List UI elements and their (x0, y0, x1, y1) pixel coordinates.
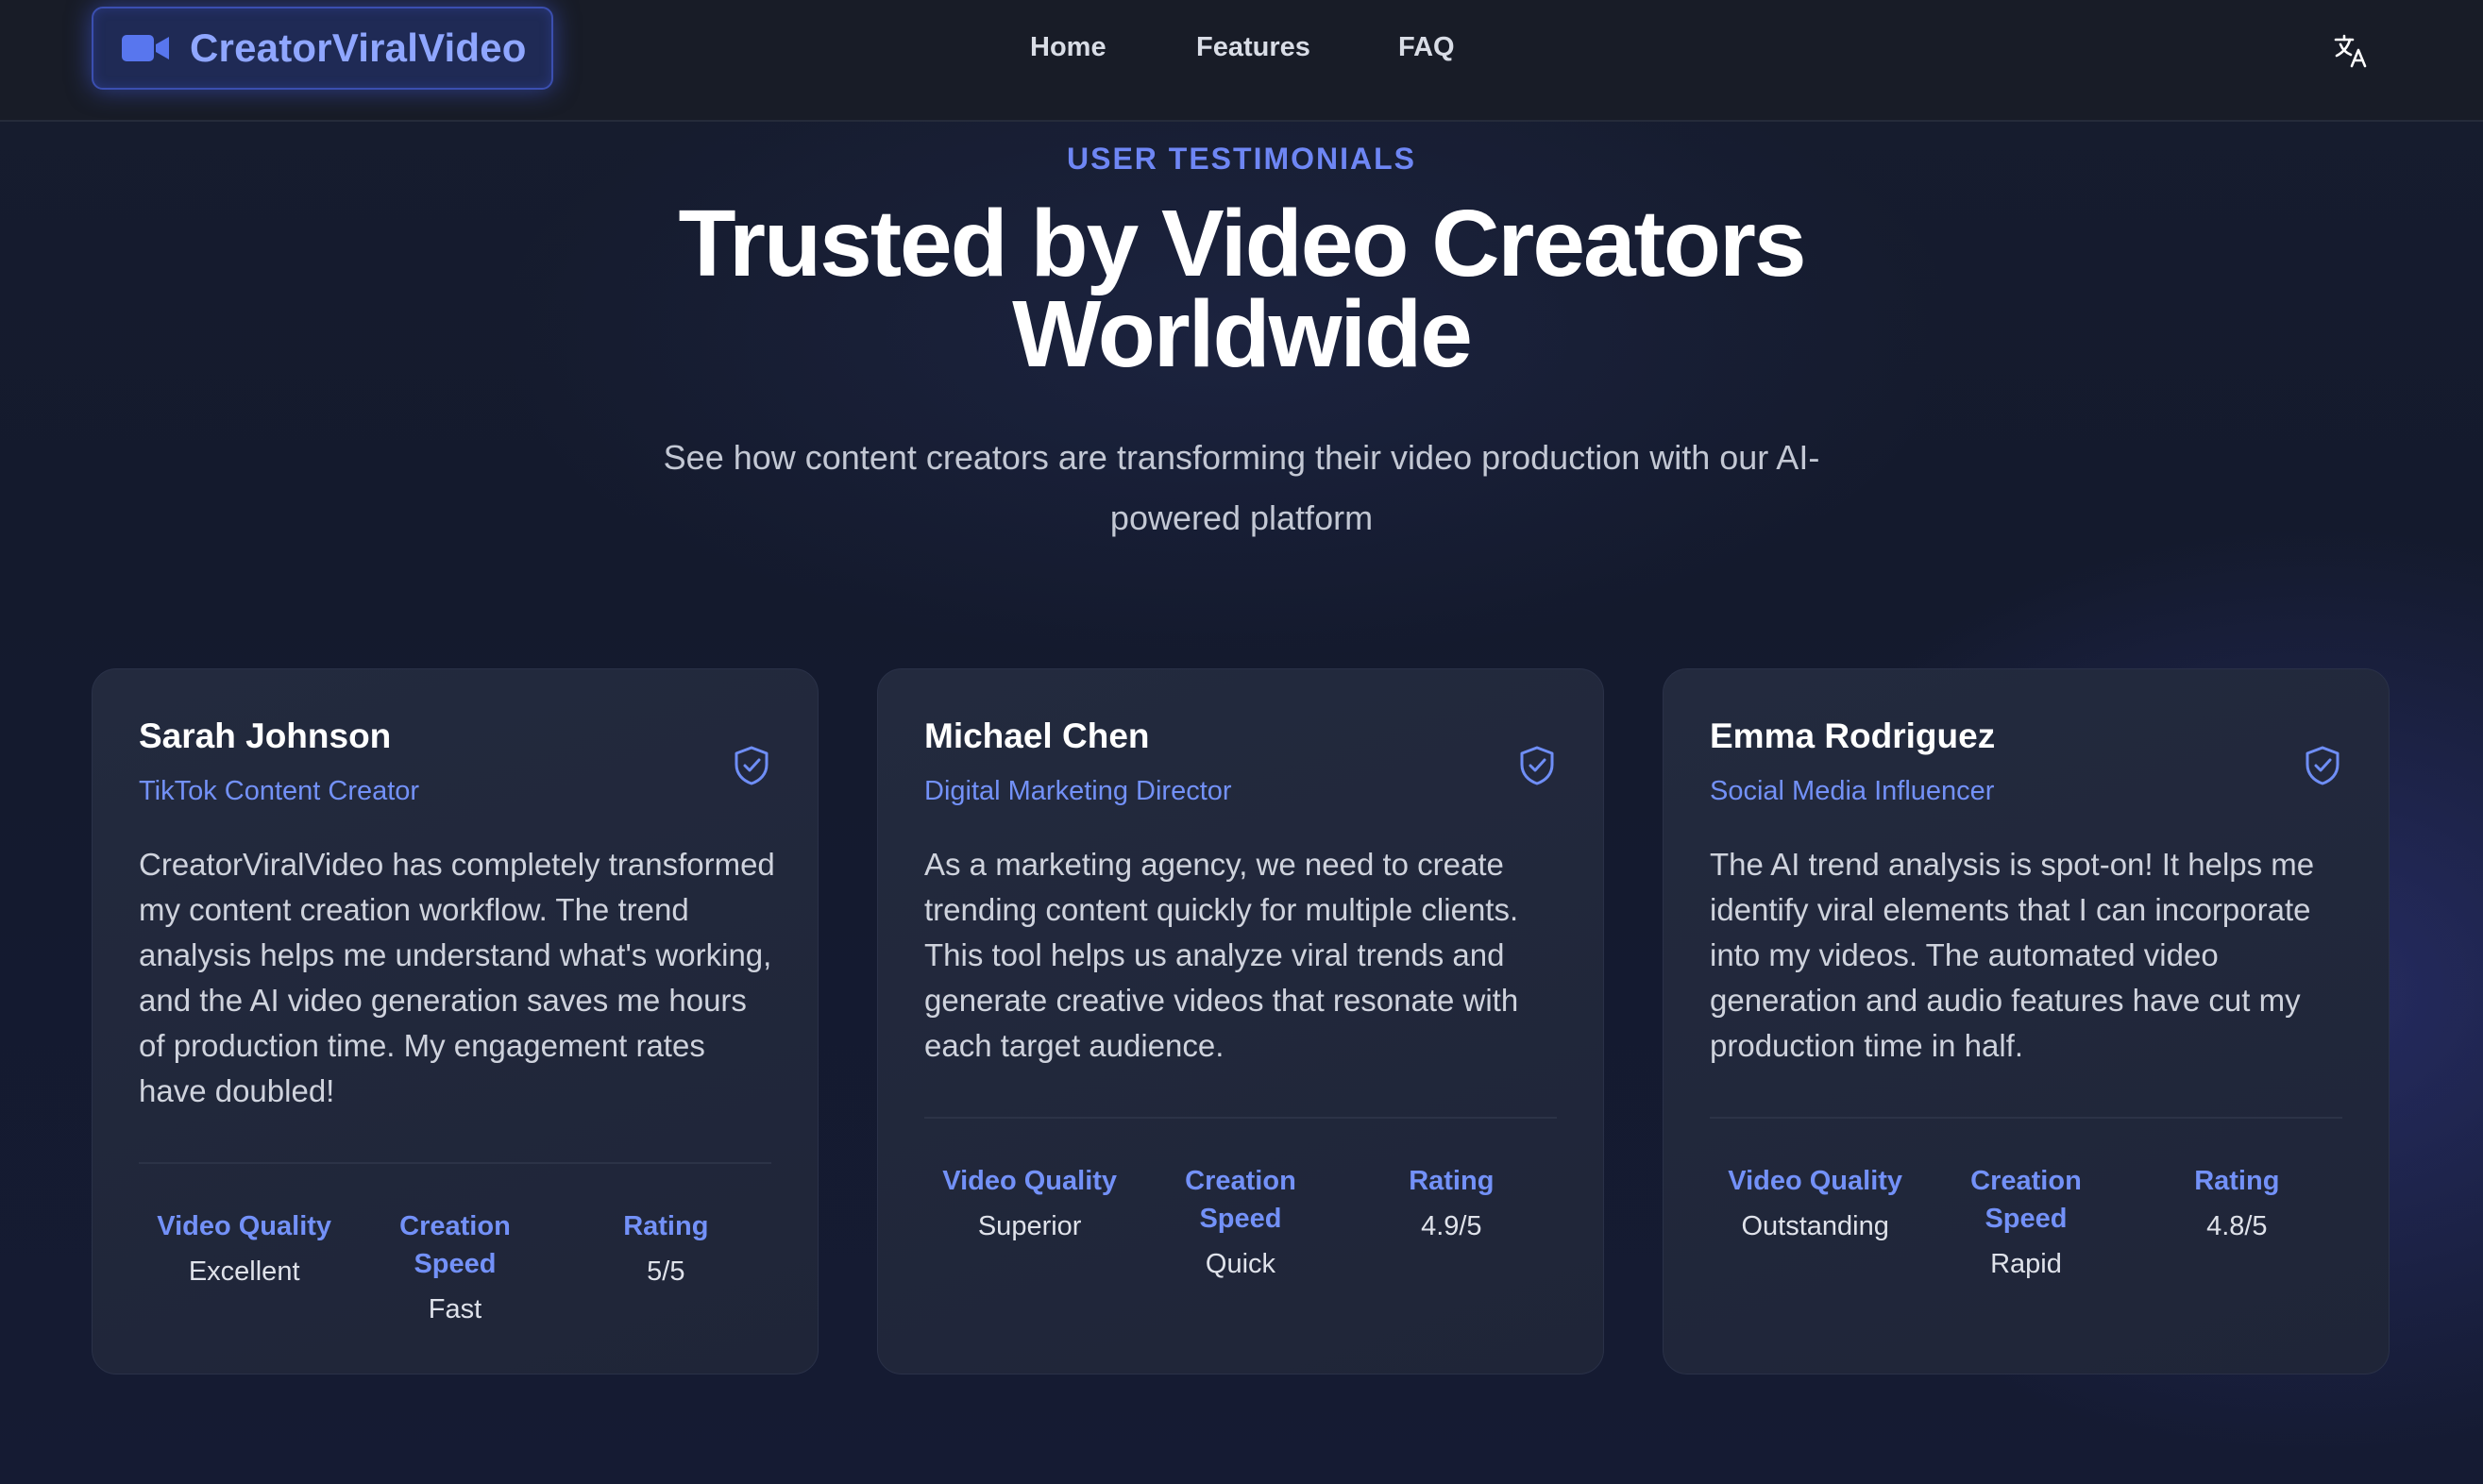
section-title: Trusted by Video Creators Worldwide (678, 191, 1807, 387)
testimonial-stats: Video Quality Excellent Creation Speed F… (139, 1207, 771, 1328)
stat-label: Creation Speed (399, 1211, 511, 1279)
stat-value: Outstanding (1741, 1211, 1889, 1241)
stat-rating: Rating 4.8/5 (2132, 1162, 2342, 1283)
testimonial-card: Emma Rodriguez Social Media Influencer T… (1663, 668, 2390, 1374)
nav-link-faq[interactable]: FAQ (1398, 32, 1455, 63)
testimonial-stats: Video Quality Outstanding Creation Speed… (1710, 1162, 2342, 1283)
testimonial-card: Sarah Johnson TikTok Content Creator Cre… (92, 668, 819, 1374)
stat-value: Quick (1205, 1249, 1276, 1279)
stat-creation-speed: Creation Speed Rapid (1920, 1162, 2131, 1283)
stat-rating: Rating 4.9/5 (1346, 1162, 1557, 1283)
stat-label: Creation Speed (1185, 1166, 1296, 1234)
stat-creation-speed: Creation Speed Fast (349, 1207, 560, 1328)
stat-label: Video Quality (157, 1211, 332, 1241)
stat-value: 5/5 (647, 1256, 685, 1287)
testimonial-author-name: Emma Rodriguez (1710, 717, 1996, 755)
testimonial-card: Michael Chen Digital Marketing Director … (877, 668, 1604, 1374)
stat-video-quality: Video Quality Superior (924, 1162, 1135, 1283)
card-divider (139, 1162, 771, 1164)
section-eyebrow: USER TESTIMONIALS (1066, 142, 1416, 176)
stat-creation-speed: Creation Speed Quick (1135, 1162, 1345, 1283)
stat-video-quality: Video Quality Outstanding (1710, 1162, 1920, 1283)
stat-value: Superior (977, 1211, 1082, 1241)
stat-value: 4.8/5 (2206, 1211, 2268, 1241)
testimonial-author-role: Social Media Influencer (1710, 776, 1995, 806)
stat-label: Video Quality (942, 1166, 1118, 1196)
stat-label: Rating (2194, 1166, 2280, 1196)
testimonial-author-name: Sarah Johnson (139, 717, 392, 755)
stat-value: Fast (428, 1294, 482, 1324)
stat-video-quality: Video Quality Excellent (139, 1207, 349, 1328)
nav-link-home[interactable]: Home (1030, 32, 1106, 63)
stat-label: Creation Speed (1970, 1166, 2082, 1234)
top-navbar: CreatorViralVideo Home Features FAQ (0, 0, 2483, 122)
stat-label: Rating (623, 1211, 709, 1241)
language-switch-button[interactable] (2333, 32, 2371, 70)
testimonial-quote: As a marketing agency, we need to create… (924, 847, 1519, 1063)
shield-check-icon (2306, 746, 2339, 785)
stat-label: Rating (1409, 1166, 1495, 1196)
card-divider (1710, 1117, 2342, 1119)
nav-link-features[interactable]: Features (1196, 32, 1310, 63)
testimonial-quote: CreatorViralVideo has completely transfo… (139, 847, 775, 1108)
card-divider (924, 1117, 1557, 1119)
testimonial-quote: The AI trend analysis is spot-on! It hel… (1710, 847, 2315, 1063)
stat-value: 4.9/5 (1421, 1211, 1482, 1241)
shield-check-icon (735, 746, 769, 785)
section-subtitle: See how content creators are transformin… (663, 438, 1820, 537)
stat-value: Rapid (1990, 1249, 2062, 1279)
testimonial-author-role: TikTok Content Creator (139, 776, 420, 806)
testimonial-author-name: Michael Chen (924, 717, 1150, 755)
translate-icon (2334, 34, 2367, 68)
testimonial-author-role: Digital Marketing Director (924, 776, 1232, 806)
stat-rating: Rating 5/5 (561, 1207, 771, 1328)
stat-value: Excellent (188, 1256, 300, 1287)
shield-check-icon (1520, 746, 1554, 785)
main-nav: Home Features FAQ (0, 0, 2483, 99)
stat-label: Video Quality (1728, 1166, 1903, 1196)
testimonial-stats: Video Quality Superior Creation Speed Qu… (924, 1162, 1557, 1283)
